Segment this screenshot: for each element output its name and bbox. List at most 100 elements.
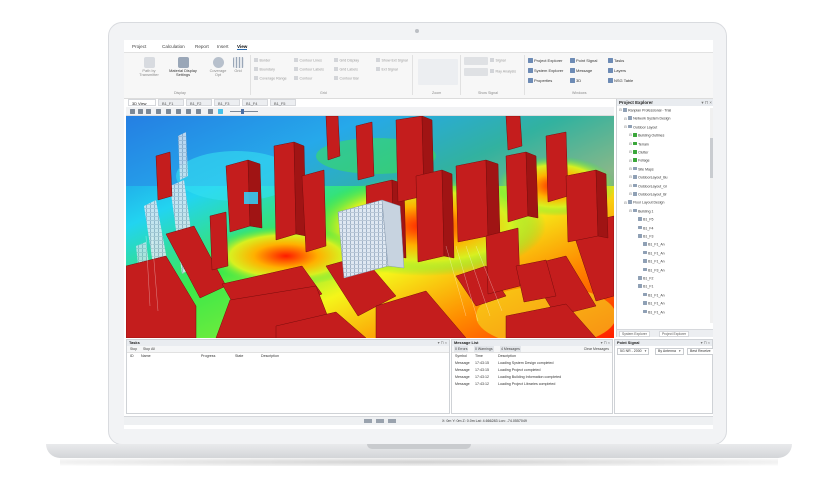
pin-icon[interactable]: ▾ ⊓ × [701, 340, 710, 346]
technology-select[interactable]: 5G NR - 2000 ▾ [617, 348, 650, 355]
point-signal-toggle[interactable]: Point Signal [570, 58, 597, 63]
explorer-scrollbar[interactable] [710, 108, 713, 323]
tasks-toggle[interactable]: Tasks [608, 58, 624, 63]
warnings-filter[interactable]: 0 Warnings [474, 346, 494, 352]
light-tool-icon[interactable] [208, 108, 213, 114]
tab-system-explorer[interactable]: System Explorer [619, 331, 650, 337]
tree-item[interactable]: ⊟ Ranplan Professional - Trial [619, 108, 671, 113]
zoom-slider[interactable] [230, 110, 258, 112]
view-tool-icon[interactable] [186, 108, 191, 114]
layer-tool-icon[interactable] [176, 108, 181, 114]
checkbox-icon[interactable] [633, 141, 637, 146]
tree-item[interactable]: ⊟ Clutter [629, 150, 648, 155]
tree-item[interactable]: B1_F3_An [639, 267, 665, 273]
clear-messages-button[interactable]: Clear Messages [584, 346, 609, 352]
nsg-table-toggle[interactable]: NSG Table [608, 78, 633, 83]
properties-toggle[interactable]: Properties [528, 78, 552, 83]
checkbox-icon[interactable] [633, 158, 637, 162]
tab-report[interactable]: Report [195, 44, 209, 49]
pan-tool-icon[interactable] [138, 108, 143, 114]
errors-filter[interactable]: 0 Errors [454, 346, 469, 352]
measure-tool-icon[interactable] [166, 108, 171, 114]
tree-item[interactable]: ⊟ Terrain [629, 141, 649, 147]
zoom-controls[interactable] [418, 59, 458, 85]
3d-viewport[interactable] [126, 116, 614, 338]
signal-dropdown[interactable] [464, 57, 488, 65]
tab-b1-f1[interactable]: B1_F1 [158, 99, 184, 106]
receive-select[interactable]: Best Receive [687, 348, 713, 355]
pin-icon[interactable]: ▾ ⊓ × [701, 99, 712, 106]
stop-all-button[interactable]: Stop All [143, 346, 155, 352]
tab-calculation[interactable]: Calculation [162, 44, 185, 49]
boundary-toggle[interactable]: Boundary [254, 67, 275, 72]
tree-item[interactable]: B1_F1_An [639, 250, 665, 256]
tree-item[interactable]: ⊟ Network System Design [624, 116, 670, 121]
contour-toggle[interactable]: Contour [294, 76, 313, 81]
mode-select[interactable]: By Antenna ▾ [655, 348, 684, 355]
system-explorer-toggle[interactable]: System Explorer [528, 68, 563, 73]
tree-item[interactable]: B1_F1_An [639, 292, 665, 298]
select-tool-icon[interactable] [130, 108, 135, 114]
tree-item[interactable]: ⊟ Site Maps [629, 166, 654, 172]
tab-b1-f3[interactable]: B1_F3 [214, 99, 240, 106]
tree-item[interactable]: ⊟ Building Outlines [629, 133, 664, 138]
ray-analysis-dropdown[interactable] [464, 68, 488, 76]
tree-item[interactable]: B1_F1_An [639, 309, 665, 315]
border-toggle[interactable]: Border [254, 58, 271, 63]
rotate-tool-icon[interactable] [146, 108, 151, 114]
message-toggle[interactable]: Message [570, 68, 592, 73]
coverage-opt-button[interactable]: Coverage Opt [208, 57, 228, 78]
tab-3d-view[interactable]: 3D View [128, 99, 156, 106]
contour-bar-toggle[interactable]: Contour Bar [334, 76, 359, 81]
show-ext-signal-toggle[interactable]: Show Ext Signal [376, 58, 408, 63]
tab-project[interactable]: Project [132, 44, 146, 49]
tree-item[interactable]: B1_F1_An [639, 259, 665, 264]
3d-toggle[interactable]: 3D [570, 78, 581, 83]
tab-b1-f2[interactable]: B1_F2 [186, 99, 212, 106]
tree-item-label: B1_F5 [643, 217, 654, 222]
tab-project-explorer[interactable]: Project Explorer [659, 331, 690, 337]
coverage-range-toggle[interactable]: Coverage Range [254, 76, 287, 81]
tree-item[interactable]: ⊟ Foliage [629, 158, 650, 163]
contour-labels-toggle[interactable]: Contour Labels [294, 67, 324, 72]
tree-item[interactable]: B1_F1 [634, 284, 653, 289]
tree-item[interactable]: B1_F5 [634, 217, 653, 222]
checkbox-icon[interactable] [633, 133, 637, 137]
explorer-scrollbar-thumb[interactable] [710, 138, 713, 178]
tab-b1-f5[interactable]: B1_F5 [270, 99, 296, 106]
contour-lines-toggle[interactable]: Contour Lines [294, 58, 322, 63]
tree-item[interactable]: ⊟ OutdoorLayout_Bu [629, 175, 667, 180]
tree-item-label: OutdoorLayout_Bu [638, 175, 668, 180]
tree-item[interactable]: B1_F1_An [639, 301, 665, 306]
tree-item[interactable]: ⊟ Outdoor Layout [624, 124, 657, 130]
grid-display-toggle[interactable]: Grid Display [334, 58, 360, 63]
col-description: Description [261, 354, 279, 358]
camera-tool-icon[interactable] [196, 108, 201, 114]
layers-toggle[interactable]: Layers [608, 68, 626, 73]
signal-tool-icon[interactable] [218, 108, 223, 114]
tab-view[interactable]: View [237, 44, 248, 50]
grid-button[interactable]: Grid [230, 57, 246, 73]
checkbox-icon[interactable] [633, 150, 637, 154]
zoom-tool-icon[interactable] [156, 108, 161, 114]
messages-filter[interactable]: 4 Messages [500, 346, 521, 352]
antenna-marker-icon [244, 192, 258, 204]
project-explorer-toggle[interactable]: Project Explorer [528, 58, 562, 63]
tree-item[interactable]: B1_F3 [634, 234, 653, 239]
tab-insert[interactable]: Insert [217, 44, 229, 49]
tree-item[interactable]: ⊟ Building 1 [629, 208, 653, 214]
message-list-title: Message List [454, 340, 479, 345]
ext-signal-toggle[interactable]: Ext Signal [376, 67, 398, 72]
path-by-transmitter-button[interactable]: Path by Transmitter [136, 57, 162, 78]
material-display-settings-button[interactable]: Material Display Settings [168, 57, 198, 78]
tree-item[interactable]: ⊟ OutdoorLayout_Gr [629, 183, 667, 189]
grid-labels-toggle[interactable]: Grid Labels [334, 67, 358, 72]
tab-b1-f4[interactable]: B1_F4 [242, 99, 268, 106]
tree-item[interactable]: B1_F4 [634, 225, 653, 231]
stop-button[interactable]: Stop [130, 346, 137, 352]
zoom-slider-handle[interactable] [241, 108, 244, 114]
tree-item[interactable]: B1_F1_An [639, 242, 665, 247]
tree-item[interactable]: ⊟ Floor Layout Design [624, 200, 664, 205]
tree-item[interactable]: ⊟ OutdoorLayout_Br [629, 192, 667, 197]
tree-item[interactable]: B1_F2 [634, 276, 653, 281]
